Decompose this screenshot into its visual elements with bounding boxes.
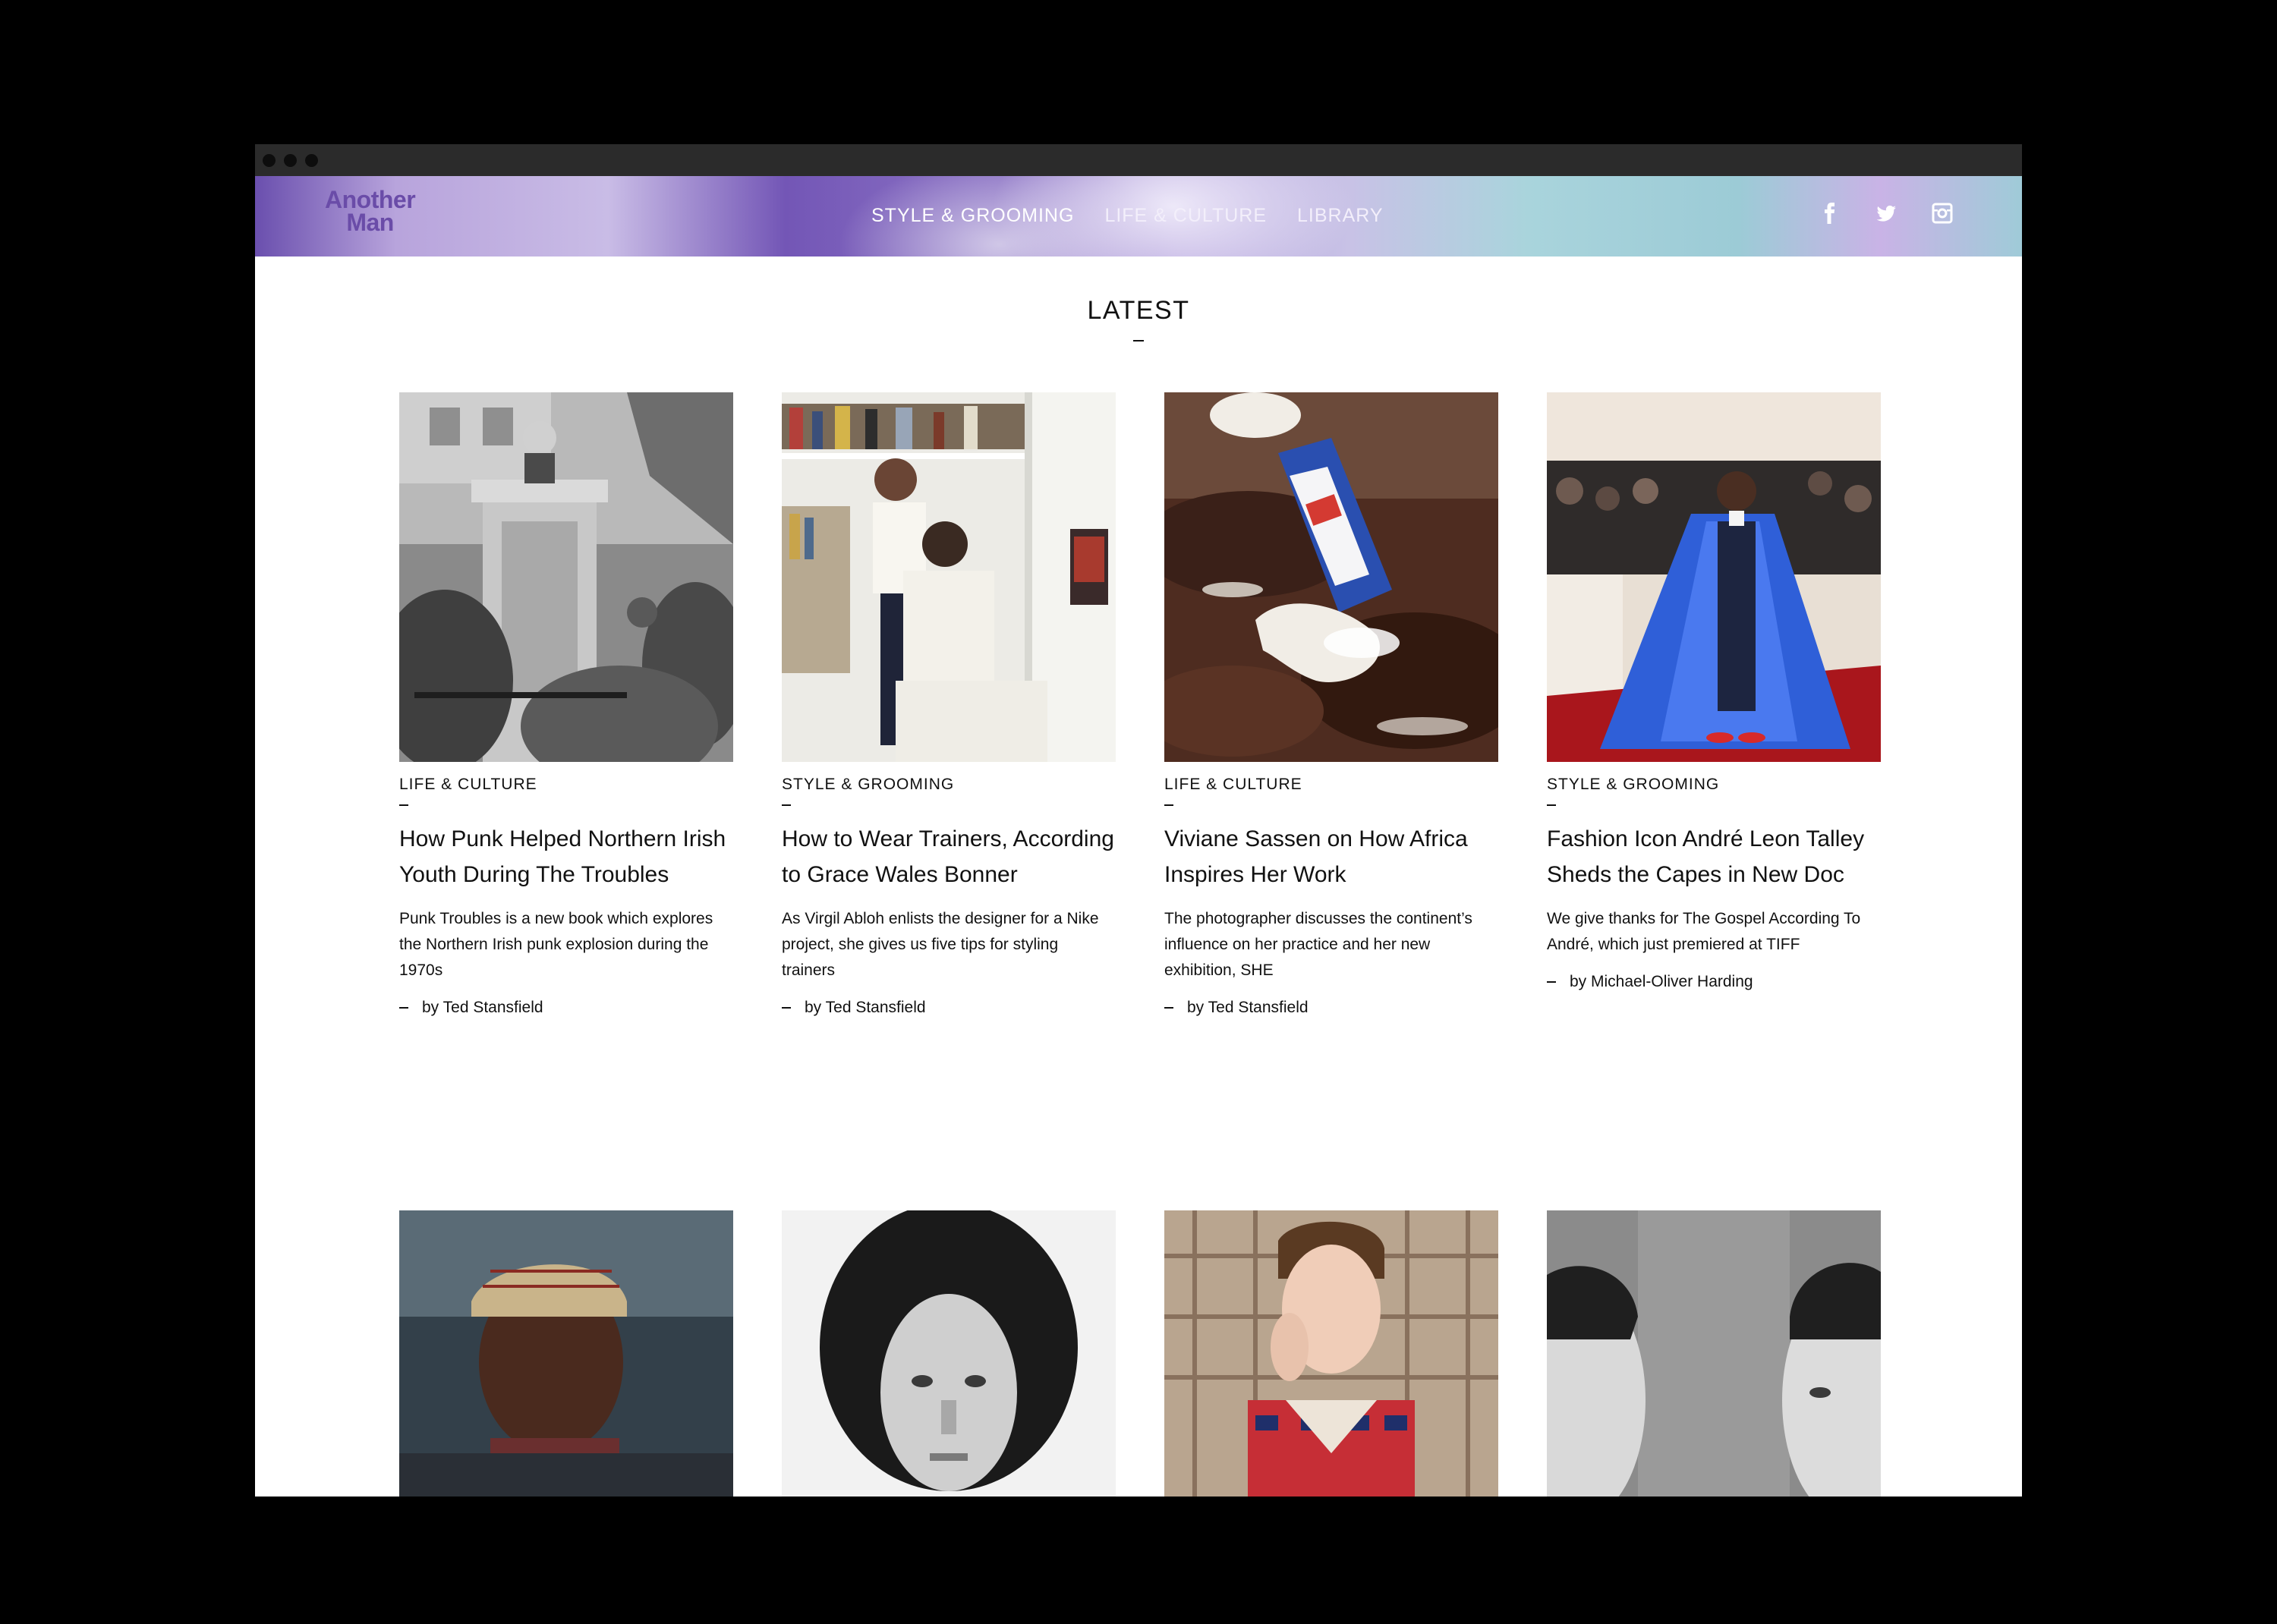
- article-image[interactable]: [1547, 392, 1881, 762]
- site-header: Another Man STYLE & GROOMING LIFE & CULT…: [255, 176, 2022, 257]
- article-image[interactable]: [1547, 1210, 1881, 1497]
- byline-author[interactable]: by Ted Stansfield: [1187, 999, 1309, 1016]
- nav-style-grooming[interactable]: STYLE & GROOMING: [871, 205, 1074, 227]
- article-category[interactable]: LIFE & CULTURE: [399, 776, 733, 794]
- article-headline[interactable]: Viviane Sassen on How Africa Inspires He…: [1164, 821, 1498, 892]
- article-card[interactable]: STYLE & GROOMING How to Wear Trainers, A…: [782, 392, 1116, 1017]
- window-dot-icon[interactable]: [263, 154, 276, 167]
- section-divider: [1133, 340, 1144, 341]
- social-links: [1819, 202, 1954, 225]
- category-divider: [782, 804, 791, 806]
- article-card[interactable]: LIFE & CULTURE Viviane Sassen on How Afr…: [1164, 392, 1498, 1017]
- byline-author[interactable]: by Michael-Oliver Harding: [1570, 973, 1753, 990]
- byline-dash: [399, 1007, 408, 1009]
- article-headline[interactable]: Fashion Icon André Leon Talley Sheds the…: [1547, 821, 1881, 892]
- section-title: LATEST: [1087, 296, 1190, 325]
- nav-library[interactable]: LIBRARY: [1297, 205, 1384, 227]
- byline-dash: [1547, 981, 1556, 984]
- nav-life-culture[interactable]: LIFE & CULTURE: [1104, 205, 1267, 227]
- article-summary: We give thanks for The Gospel According …: [1547, 910, 1861, 953]
- article-image[interactable]: [399, 392, 733, 762]
- article-summary: The photographer discusses the continent…: [1164, 910, 1472, 979]
- logo-line-1: Another: [325, 186, 416, 213]
- facebook-icon[interactable]: [1819, 202, 1841, 225]
- twitter-icon[interactable]: [1875, 202, 1898, 225]
- article-byline: by Ted Stansfield: [1164, 999, 1498, 1017]
- article-image[interactable]: [1164, 392, 1498, 762]
- article-category[interactable]: STYLE & GROOMING: [1547, 776, 1881, 794]
- article-summary: As Virgil Abloh enlists the designer for…: [782, 910, 1099, 979]
- instagram-icon[interactable]: [1931, 202, 1954, 225]
- article-byline: by Ted Stansfield: [782, 999, 1116, 1017]
- article-image[interactable]: [1164, 1210, 1498, 1497]
- category-divider: [1164, 804, 1173, 806]
- article-headline[interactable]: How to Wear Trainers, According to Grace…: [782, 821, 1116, 892]
- site-logo[interactable]: Another Man: [325, 186, 416, 236]
- byline-dash: [782, 1007, 791, 1009]
- browser-window: Another Man STYLE & GROOMING LIFE & CULT…: [255, 144, 2022, 1497]
- article-category[interactable]: LIFE & CULTURE: [1164, 776, 1498, 794]
- category-divider: [1547, 804, 1556, 806]
- article-summary: Punk Troubles is a new book which explor…: [399, 910, 713, 979]
- window-titlebar: [255, 144, 2022, 176]
- article-byline: by Michael-Oliver Harding: [1547, 973, 1881, 991]
- byline-author[interactable]: by Ted Stansfield: [805, 999, 926, 1016]
- article-card[interactable]: STYLE & GROOMING Fashion Icon André Leon…: [1547, 392, 1881, 991]
- main-nav: STYLE & GROOMING LIFE & CULTURE LIBRARY: [871, 200, 1384, 231]
- window-dot-icon[interactable]: [305, 154, 318, 167]
- logo-line-2: Man: [346, 209, 394, 236]
- article-category[interactable]: STYLE & GROOMING: [782, 776, 1116, 794]
- article-byline: by Ted Stansfield: [399, 999, 733, 1017]
- window-dot-icon[interactable]: [284, 154, 297, 167]
- article-headline[interactable]: How Punk Helped Northern Irish Youth Dur…: [399, 821, 733, 892]
- byline-author[interactable]: by Ted Stansfield: [422, 999, 543, 1016]
- article-image[interactable]: [782, 1210, 1116, 1497]
- category-divider: [399, 804, 408, 806]
- article-image[interactable]: [399, 1210, 733, 1497]
- article-image[interactable]: [782, 392, 1116, 762]
- byline-dash: [1164, 1007, 1173, 1009]
- article-card[interactable]: LIFE & CULTURE How Punk Helped Northern …: [399, 392, 733, 1017]
